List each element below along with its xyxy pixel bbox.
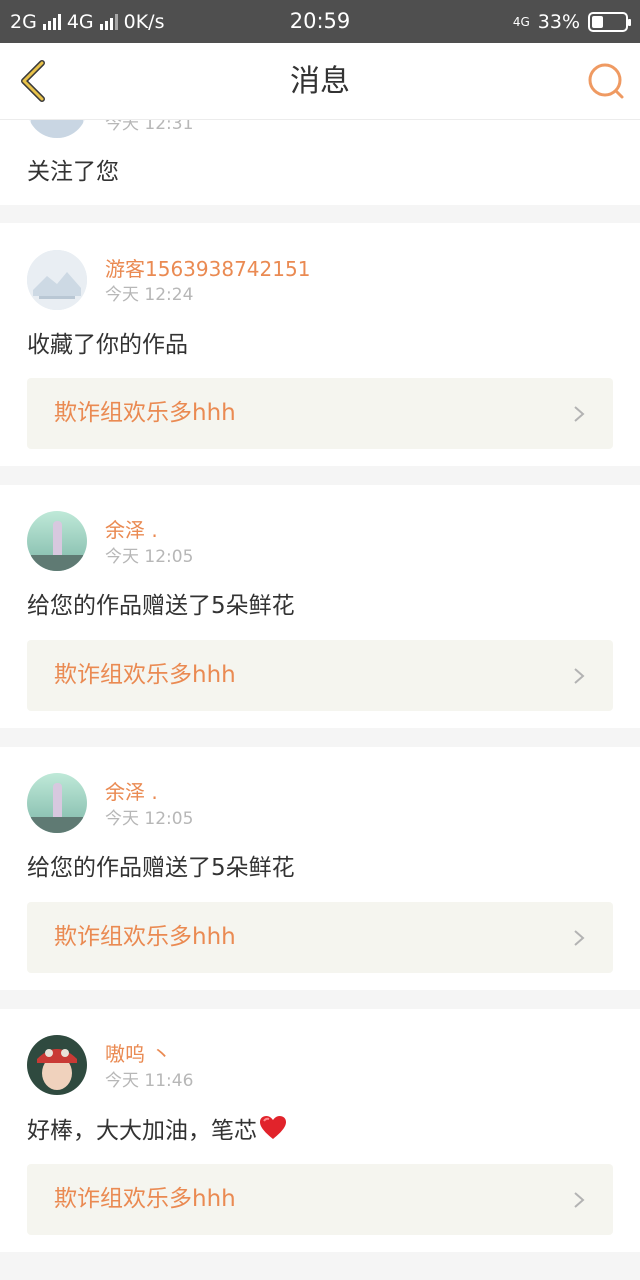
- message-text: 好棒，大大加油，笔芯: [27, 1115, 287, 1146]
- avatar[interactable]: [27, 250, 87, 310]
- battery-fill: [592, 16, 603, 28]
- chevron-right-icon: [574, 1192, 585, 1208]
- battery-icon: [588, 12, 631, 32]
- user-name[interactable]: 游客1563938742151: [105, 256, 310, 282]
- work-link[interactable]: 欺诈组欢乐多hhh: [27, 640, 613, 711]
- messages-page: 今天 12:31 关注了您 游客1563938742151 今天 12:24 收…: [0, 0, 640, 1280]
- navigation-bar: 消息: [0, 43, 640, 120]
- search-icon: [588, 63, 624, 99]
- work-title: 欺诈组欢乐多hhh: [54, 924, 236, 950]
- avatar[interactable]: [27, 1035, 87, 1095]
- message-card: 余泽 . 今天 12:05 给您的作品赠送了5朵鲜花 欺诈组欢乐多hhh: [0, 485, 640, 728]
- avatar[interactable]: [27, 511, 87, 571]
- chevron-right-icon: [574, 668, 585, 684]
- work-title: 欺诈组欢乐多hhh: [54, 662, 236, 688]
- page-title: 消息: [290, 64, 350, 99]
- message-card: 嗷呜 丶 今天 11:46 好棒，大大加油，笔芯 欺诈组欢乐多hhh: [0, 1009, 640, 1252]
- message-time: 今天 12:24: [105, 285, 194, 305]
- status-bar: 2G 4G 0K/s 20:59 4G 33%: [0, 0, 640, 43]
- user-name[interactable]: 余泽 .: [105, 779, 158, 805]
- search-button[interactable]: [586, 61, 626, 101]
- message-card: 游客1563938742151 今天 12:24 收藏了你的作品 欺诈组欢乐多h…: [0, 223, 640, 466]
- work-link[interactable]: 欺诈组欢乐多hhh: [27, 902, 613, 973]
- message-text: 收藏了你的作品: [27, 332, 188, 358]
- message-card: 余泽 . 今天 12:05 给您的作品赠送了5朵鲜花 欺诈组欢乐多hhh: [0, 747, 640, 990]
- network-type: 4G: [512, 15, 530, 29]
- message-text: 给您的作品赠送了5朵鲜花: [27, 593, 295, 619]
- message-time: 今天 12:05: [105, 547, 194, 567]
- avatar[interactable]: [27, 773, 87, 833]
- battery-percent: 33%: [537, 11, 580, 33]
- status-right: 4G 33%: [512, 10, 631, 34]
- chevron-right-icon: [574, 406, 585, 422]
- work-link[interactable]: 欺诈组欢乐多hhh: [27, 378, 613, 449]
- work-title: 欺诈组欢乐多hhh: [54, 400, 236, 426]
- heart-icon: [260, 1116, 286, 1139]
- chevron-right-icon: [574, 930, 585, 946]
- user-name[interactable]: 余泽 .: [105, 517, 158, 543]
- message-time: 今天 12:05: [105, 809, 194, 829]
- user-name[interactable]: 嗷呜 丶: [105, 1041, 171, 1067]
- work-title: 欺诈组欢乐多hhh: [54, 1186, 236, 1212]
- message-text: 给您的作品赠送了5朵鲜花: [27, 855, 295, 881]
- message-text: 关注了您: [27, 159, 119, 185]
- message-text-content: 好棒，大大加油，笔芯: [27, 1118, 257, 1144]
- message-time: 今天 11:46: [105, 1071, 194, 1091]
- work-link[interactable]: 欺诈组欢乐多hhh: [27, 1164, 613, 1235]
